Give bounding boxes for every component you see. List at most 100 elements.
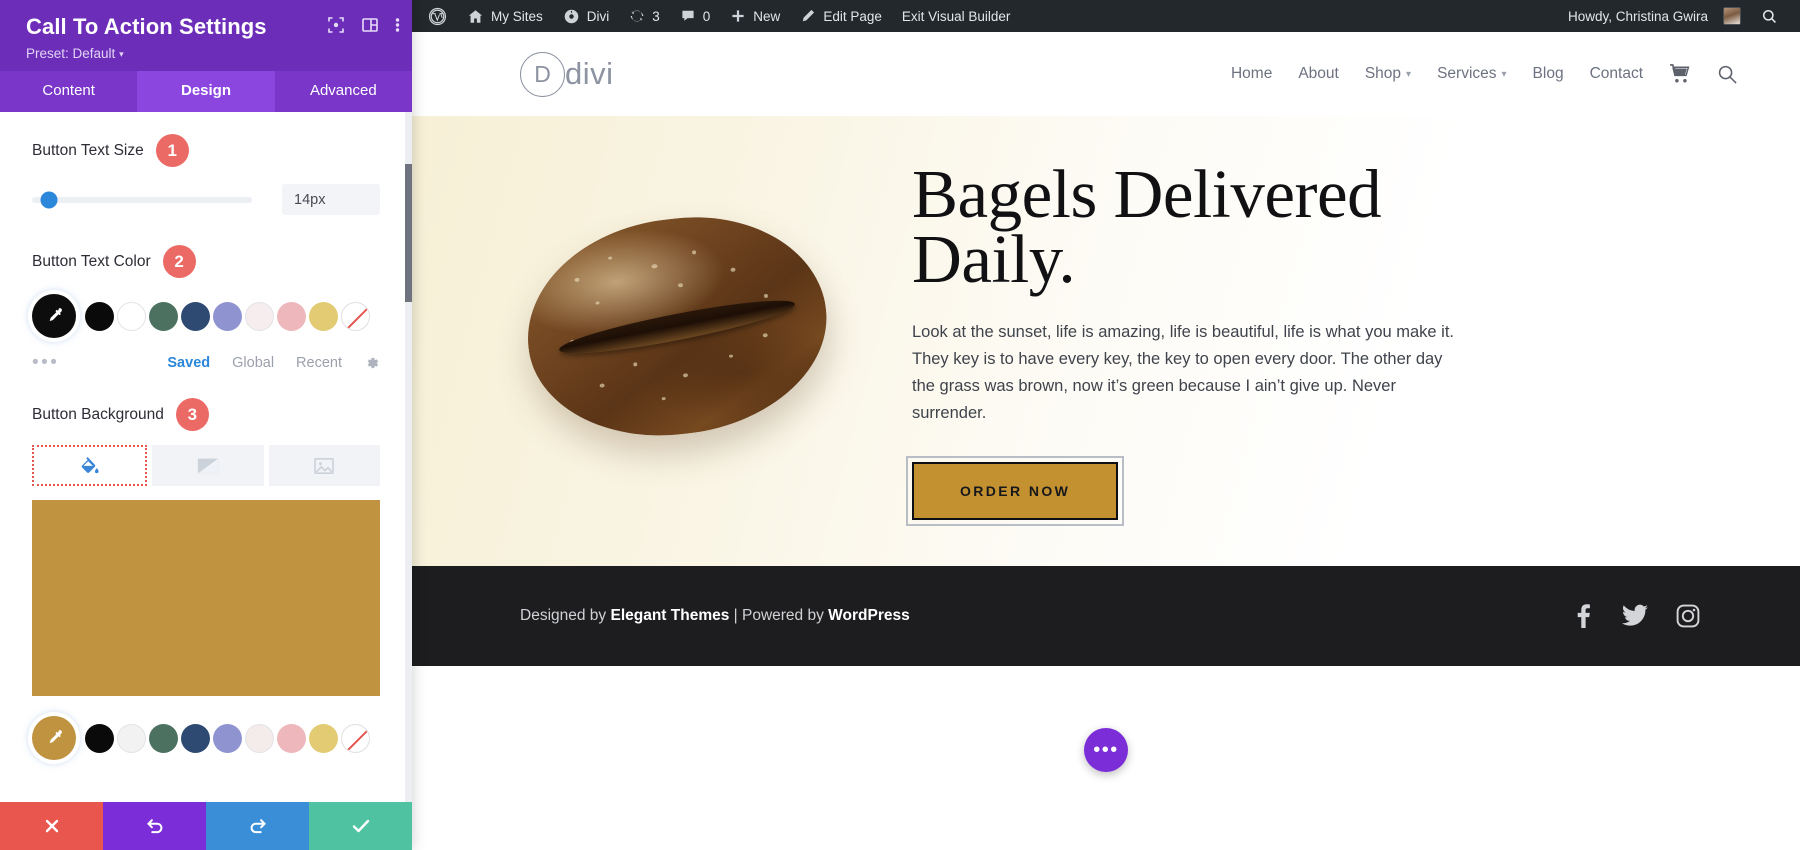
swatch-periwinkle[interactable] [213, 301, 242, 331]
swatch-off-white[interactable] [245, 301, 274, 331]
button-text-size-control [32, 184, 380, 216]
my-sites-item[interactable]: My Sites [457, 0, 553, 32]
color-source-links: Saved Global Recent [167, 355, 380, 371]
howdy-label: Howdy, Christina Gwira [1567, 8, 1708, 24]
background-type-tabs [32, 445, 380, 487]
footer-prefix: Designed by [520, 607, 611, 624]
panel-scroll-content: Button Text Size 1 Button Text Color 2 [0, 112, 412, 770]
howdy-user-menu[interactable]: Howdy, Christina Gwira [1558, 0, 1751, 32]
link-global[interactable]: Global [232, 355, 274, 371]
background-color-tab[interactable] [32, 445, 148, 487]
swatch-white[interactable] [117, 301, 146, 331]
focus-icon[interactable] [327, 16, 345, 34]
gear-icon[interactable] [364, 355, 380, 371]
logo-text: divi [565, 56, 614, 91]
bg-swatch-white[interactable] [117, 723, 146, 753]
slider-handle[interactable] [40, 191, 58, 209]
comments-item[interactable]: 0 [670, 0, 721, 32]
my-sites-label: My Sites [491, 8, 543, 24]
bg-swatch-green[interactable] [149, 723, 178, 753]
redo-button[interactable] [206, 802, 309, 850]
undo-button[interactable] [103, 802, 206, 850]
layout-columns-icon[interactable] [361, 16, 379, 34]
paint-bucket-icon [81, 456, 99, 474]
nav-item-services[interactable]: Services ▾ [1437, 65, 1506, 83]
new-item[interactable]: New [720, 0, 790, 32]
site-footer: Designed by Elegant Themes | Powered by … [412, 566, 1800, 666]
panel-scrollbar-thumb[interactable] [405, 164, 412, 303]
chevron-down-icon: ▾ [119, 49, 124, 60]
swatch-navy[interactable] [181, 301, 210, 331]
button-text-size-label-row: Button Text Size 1 [32, 134, 380, 168]
order-now-button[interactable]: ORDER NOW [912, 462, 1119, 521]
adminbar-search-button[interactable] [1751, 0, 1788, 32]
bg-swatch-off-white[interactable] [245, 723, 274, 753]
undo-icon [146, 819, 162, 834]
swatch-green[interactable] [149, 301, 178, 331]
color-picker-button[interactable] [32, 294, 76, 339]
instagram-icon[interactable] [1676, 604, 1700, 628]
divi-item[interactable]: Divi [553, 0, 620, 32]
bg-swatch-navy[interactable] [181, 723, 210, 753]
edit-page-item[interactable]: Edit Page [790, 0, 892, 32]
swatch-black[interactable] [85, 301, 114, 331]
footer-platform[interactable]: WordPress [828, 607, 910, 624]
panel-scrollbar-track[interactable] [405, 112, 412, 802]
divi-icon [564, 9, 579, 23]
site-logo[interactable]: D divi [520, 51, 614, 97]
bg-swatch-none[interactable] [341, 723, 370, 753]
save-button[interactable] [309, 802, 412, 850]
nav-item-about[interactable]: About [1298, 65, 1339, 83]
shopping-cart-icon[interactable] [1669, 64, 1691, 84]
bg-swatch-pink[interactable] [277, 723, 306, 753]
button-text-size-slider[interactable] [32, 191, 252, 209]
tab-content[interactable]: Content [0, 71, 137, 112]
button-text-color-label-row: Button Text Color 2 [32, 245, 380, 279]
bg-swatch-gold[interactable] [309, 723, 338, 753]
nav-label: Home [1230, 65, 1273, 82]
preset-label: Preset: Default [26, 46, 116, 62]
preset-selector[interactable]: Preset: Default ▾ [26, 46, 394, 61]
background-gradient-tab[interactable] [152, 445, 264, 487]
link-recent[interactable]: Recent [296, 355, 342, 371]
new-label: New [753, 8, 781, 24]
nav-item-home[interactable]: Home [1231, 65, 1272, 83]
chevron-down-icon: ▾ [1501, 68, 1507, 80]
swatch-gold[interactable] [309, 301, 338, 331]
twitter-icon[interactable] [1622, 604, 1648, 628]
screen: Call To Action Settings Preset: Default … [0, 0, 1800, 850]
search-icon[interactable] [1717, 64, 1738, 85]
bg-swatch-black[interactable] [85, 723, 114, 753]
divi-label: Divi [586, 8, 610, 24]
background-color-picker-button[interactable] [32, 716, 76, 761]
footer-brand[interactable]: Elegant Themes [610, 607, 729, 624]
color-meta-row: ••• Saved Global Recent [32, 353, 380, 372]
exit-visual-builder-item[interactable]: Exit Visual Builder [892, 0, 1021, 32]
swatch-pink[interactable] [277, 301, 306, 331]
edit-page-label: Edit Page [823, 8, 882, 24]
cancel-button[interactable] [0, 802, 103, 850]
tab-advanced[interactable]: Advanced [275, 71, 412, 112]
background-color-preview[interactable] [32, 500, 380, 697]
nav-item-shop[interactable]: Shop ▾ [1365, 65, 1411, 83]
updates-item[interactable]: 3 [619, 0, 670, 32]
nav-item-contact[interactable]: Contact [1590, 65, 1643, 83]
more-options-icon[interactable]: ••• [32, 353, 59, 372]
swatch-none[interactable] [341, 301, 370, 331]
background-image-tab[interactable] [268, 445, 380, 487]
bg-swatch-periwinkle[interactable] [213, 723, 242, 753]
exit-visual-builder-label: Exit Visual Builder [901, 8, 1011, 24]
visual-builder-menu-button[interactable]: ••• [1084, 728, 1128, 772]
tab-design[interactable]: Design [137, 71, 275, 113]
nav-item-blog[interactable]: Blog [1533, 65, 1564, 83]
hero-image [442, 201, 912, 451]
footer-credit: Designed by Elegant Themes | Powered by … [520, 607, 910, 625]
gradient-icon [197, 458, 219, 474]
wordpress-admin-bar: My Sites Divi 3 0 New Edit Page Exit Vis… [412, 0, 1800, 32]
search-icon [1762, 9, 1776, 23]
wordpress-logo-item[interactable] [418, 0, 457, 32]
more-vertical-icon[interactable] [395, 16, 400, 34]
facebook-icon[interactable] [1572, 604, 1594, 628]
button-text-size-input[interactable] [282, 184, 380, 216]
link-saved[interactable]: Saved [167, 355, 210, 371]
